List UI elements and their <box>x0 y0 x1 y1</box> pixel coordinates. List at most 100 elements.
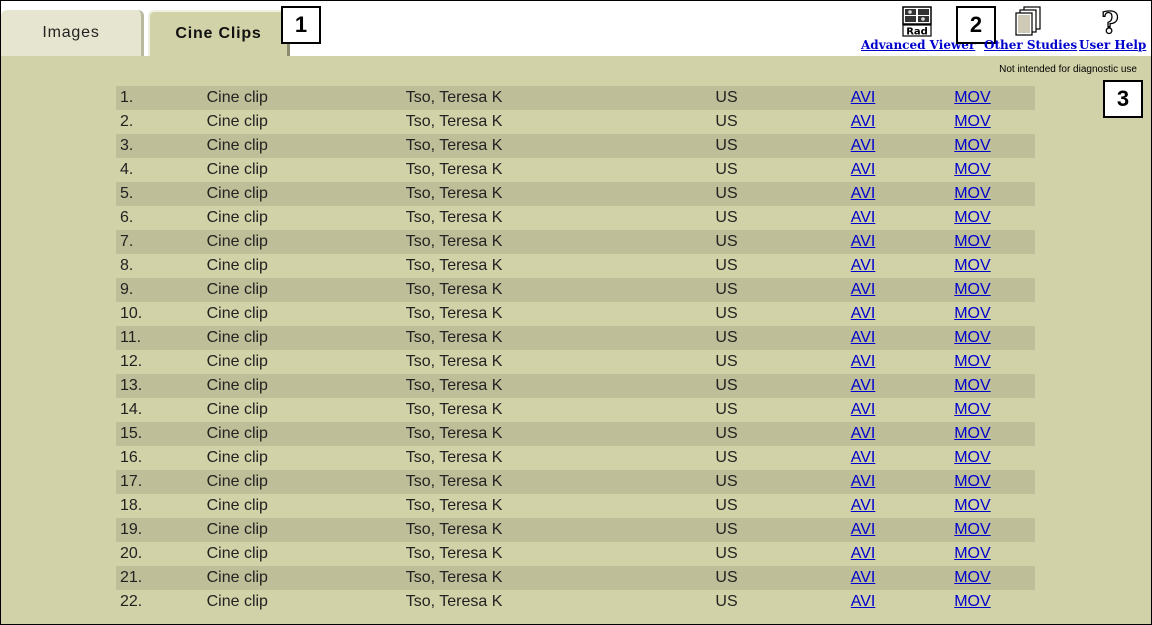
modality-cell: US <box>715 398 850 422</box>
avi-link[interactable]: AVI <box>851 257 876 274</box>
clip-number: 7. <box>120 233 134 250</box>
avi-link-cell: AVI <box>851 326 955 350</box>
modality: US <box>715 305 738 322</box>
modality: US <box>715 449 738 466</box>
mov-link[interactable]: MOV <box>954 353 990 370</box>
avi-link[interactable]: AVI <box>851 569 876 586</box>
mov-link[interactable]: MOV <box>954 449 990 466</box>
clip-type: Cine clip <box>206 545 268 562</box>
modality-cell: US <box>715 86 850 110</box>
avi-link[interactable]: AVI <box>851 137 876 154</box>
avi-link[interactable]: AVI <box>851 521 876 538</box>
mov-link[interactable]: MOV <box>954 593 990 610</box>
avi-link[interactable]: AVI <box>851 329 876 346</box>
diagnostic-disclaimer: Not intended for diagnostic use <box>999 64 1137 75</box>
tab-images[interactable]: Images <box>1 10 144 56</box>
modality-cell: US <box>715 566 850 590</box>
patient-name: Tso, Teresa K <box>405 257 503 274</box>
modality: US <box>715 377 738 394</box>
avi-link[interactable]: AVI <box>851 161 876 178</box>
avi-link[interactable]: AVI <box>851 89 876 106</box>
avi-link[interactable]: AVI <box>851 353 876 370</box>
avi-link[interactable]: AVI <box>851 377 876 394</box>
mov-link[interactable]: MOV <box>954 137 990 154</box>
table-row: 22. Cine clip Tso, Teresa K US AVI MOV <box>116 590 1035 614</box>
avi-link-cell: AVI <box>851 422 955 446</box>
modality-cell: US <box>715 494 850 518</box>
mov-link-cell: MOV <box>954 398 1035 422</box>
clip-type: Cine clip <box>206 209 268 226</box>
mov-link[interactable]: MOV <box>954 209 990 226</box>
cine-clips-panel: Not intended for diagnostic use 3 1. Cine… <box>1 56 1151 624</box>
avi-link[interactable]: AVI <box>851 281 876 298</box>
clip-type: Cine clip <box>206 521 268 538</box>
avi-link[interactable]: AVI <box>851 233 876 250</box>
clip-number: 19. <box>120 521 143 538</box>
avi-link[interactable]: AVI <box>851 449 876 466</box>
mov-link[interactable]: MOV <box>954 185 990 202</box>
mov-link[interactable]: MOV <box>954 329 990 346</box>
modality: US <box>715 545 738 562</box>
clip-number: 17. <box>120 473 143 490</box>
avi-link[interactable]: AVI <box>851 545 876 562</box>
mov-link[interactable]: MOV <box>954 305 990 322</box>
mov-link[interactable]: MOV <box>954 161 990 178</box>
table-row: 4. Cine clip Tso, Teresa K US AVI MOV <box>116 158 1035 182</box>
clip-type: Cine clip <box>206 257 268 274</box>
patient-name: Tso, Teresa K <box>405 281 503 298</box>
mov-link[interactable]: MOV <box>954 113 990 130</box>
modality: US <box>715 281 738 298</box>
avi-link[interactable]: AVI <box>851 209 876 226</box>
avi-link[interactable]: AVI <box>851 425 876 442</box>
clip-type: Cine clip <box>206 329 268 346</box>
mov-link[interactable]: MOV <box>954 521 990 538</box>
clip-type: Cine clip <box>206 377 268 394</box>
mov-link[interactable]: MOV <box>954 89 990 106</box>
mov-link[interactable]: MOV <box>954 281 990 298</box>
modality-cell: US <box>715 374 850 398</box>
rad-viewer-icon[interactable]: Rad <box>902 6 932 42</box>
clip-number: 1. <box>120 89 134 106</box>
other-studies-link[interactable]: Other Studies <box>984 38 1077 52</box>
mov-link[interactable]: MOV <box>954 401 990 418</box>
clip-number: 8. <box>120 257 134 274</box>
patient-name: Tso, Teresa K <box>405 449 503 466</box>
modality-cell: US <box>715 254 850 278</box>
table-row: 16. Cine clip Tso, Teresa K US AVI MOV <box>116 446 1035 470</box>
user-help-link[interactable]: User Help <box>1079 38 1146 52</box>
mov-link[interactable]: MOV <box>954 497 990 514</box>
clip-number: 21. <box>120 569 143 586</box>
clip-type-cell: Cine clip <box>207 518 406 542</box>
mov-link[interactable]: MOV <box>954 377 990 394</box>
mov-link[interactable]: MOV <box>954 233 990 250</box>
avi-link[interactable]: AVI <box>851 497 876 514</box>
avi-link[interactable]: AVI <box>851 593 876 610</box>
tab-cine-clips[interactable]: Cine Clips <box>148 10 290 56</box>
clip-number-cell: 22. <box>116 590 207 614</box>
mov-link[interactable]: MOV <box>954 425 990 442</box>
avi-link[interactable]: AVI <box>851 401 876 418</box>
mov-link-cell: MOV <box>954 374 1035 398</box>
avi-link[interactable]: AVI <box>851 113 876 130</box>
clip-type-cell: Cine clip <box>207 470 406 494</box>
patient-name-cell: Tso, Teresa K <box>406 494 716 518</box>
modality-cell: US <box>715 206 850 230</box>
patient-name: Tso, Teresa K <box>405 161 503 178</box>
clip-number: 16. <box>120 449 143 466</box>
avi-link[interactable]: AVI <box>851 473 876 490</box>
clip-type: Cine clip <box>206 497 268 514</box>
avi-link[interactable]: AVI <box>851 185 876 202</box>
clip-number: 13. <box>120 377 143 394</box>
mov-link[interactable]: MOV <box>954 569 990 586</box>
clip-type: Cine clip <box>206 89 268 106</box>
mov-link-cell: MOV <box>954 206 1035 230</box>
clip-number-cell: 12. <box>116 350 207 374</box>
mov-link[interactable]: MOV <box>954 545 990 562</box>
avi-link[interactable]: AVI <box>851 305 876 322</box>
mov-link-cell: MOV <box>954 278 1035 302</box>
patient-name-cell: Tso, Teresa K <box>406 182 716 206</box>
clip-type-cell: Cine clip <box>207 254 406 278</box>
mov-link[interactable]: MOV <box>954 473 990 490</box>
mov-link[interactable]: MOV <box>954 257 990 274</box>
modality: US <box>715 161 738 178</box>
